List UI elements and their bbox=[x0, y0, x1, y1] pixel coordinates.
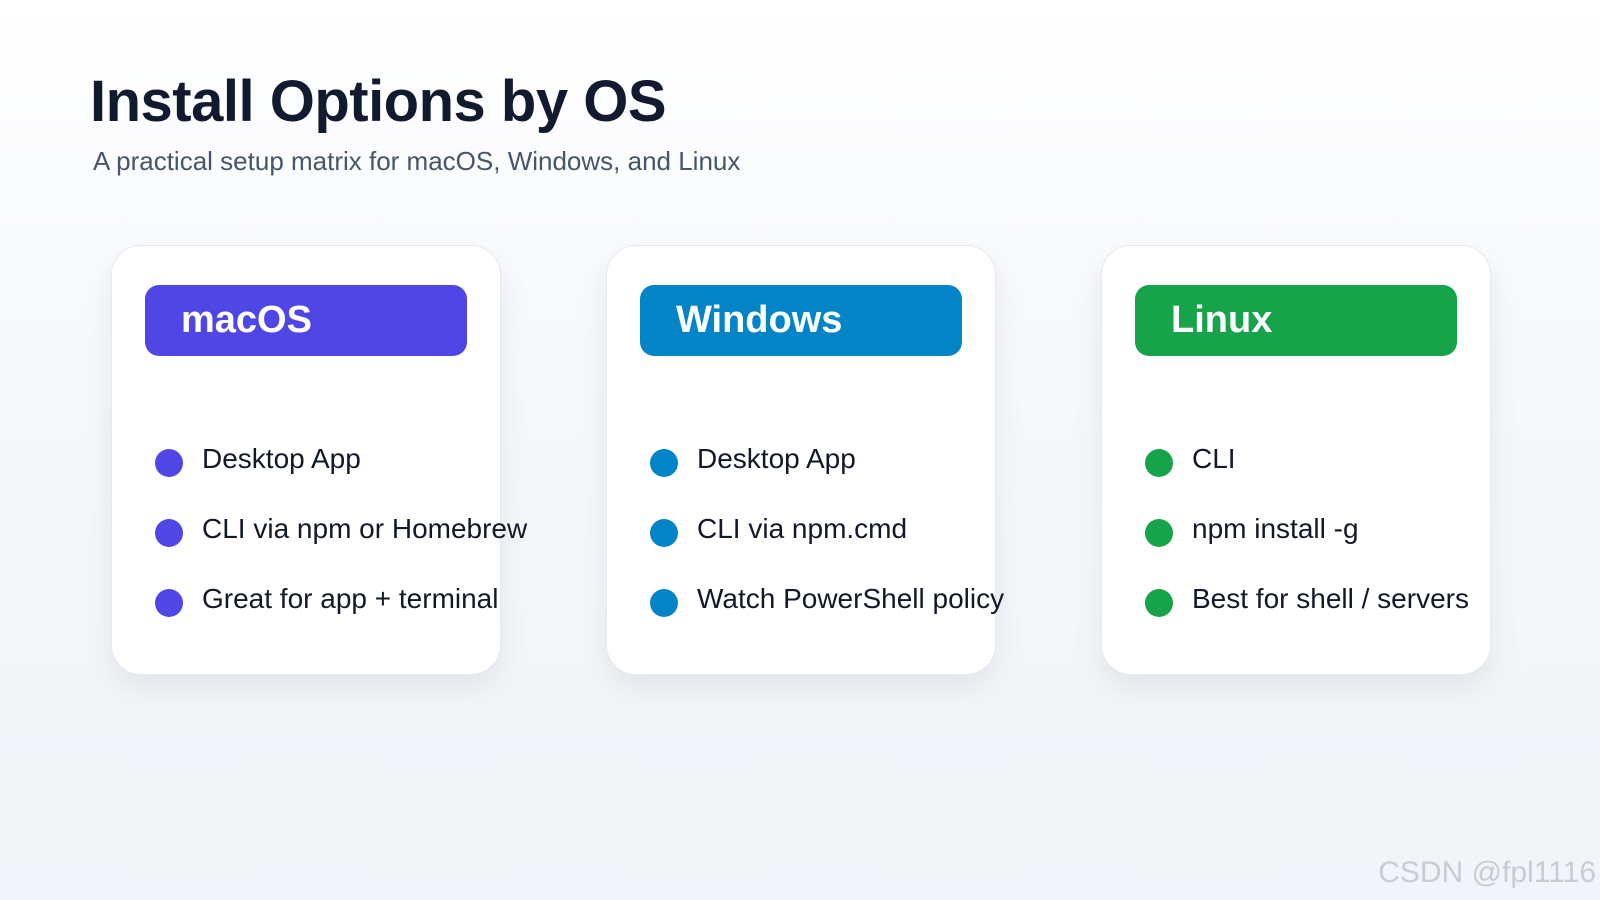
list-item: CLI via npm or Homebrew bbox=[155, 494, 527, 564]
os-header-linux: Linux bbox=[1135, 285, 1457, 356]
bullet-dot-icon bbox=[1145, 589, 1173, 617]
feature-list: Desktop App CLI via npm or Homebrew Grea… bbox=[155, 424, 527, 634]
list-item: CLI via npm.cmd bbox=[650, 494, 1004, 564]
page-title: Install Options by OS bbox=[90, 69, 667, 134]
bullet-dot-icon bbox=[155, 589, 183, 617]
list-item: Watch PowerShell policy bbox=[650, 564, 1004, 634]
list-item-label: Watch PowerShell policy bbox=[697, 583, 1005, 614]
os-card-linux: Linux CLI npm install -g Best for shell … bbox=[1101, 245, 1491, 675]
list-item-label: CLI via npm.cmd bbox=[697, 513, 908, 544]
list-item-label: npm install -g bbox=[1192, 513, 1359, 544]
list-item: CLI bbox=[1145, 424, 1469, 494]
list-item: Desktop App bbox=[155, 424, 527, 494]
bullet-dot-icon bbox=[1145, 449, 1173, 477]
bullet-dot-icon bbox=[155, 449, 183, 477]
list-item-label: Desktop App bbox=[697, 443, 856, 474]
list-item-label: Desktop App bbox=[202, 443, 361, 474]
bullet-dot-icon bbox=[650, 449, 678, 477]
page-subtitle: A practical setup matrix for macOS, Wind… bbox=[93, 146, 741, 176]
bullet-dot-icon bbox=[650, 519, 678, 547]
os-label-macos: macOS bbox=[181, 299, 312, 341]
list-item-label: Great for app + terminal bbox=[202, 583, 499, 614]
list-item: Great for app + terminal bbox=[155, 564, 527, 634]
list-item-label: CLI bbox=[1192, 443, 1236, 474]
os-header-macos: macOS bbox=[145, 285, 467, 356]
bullet-dot-icon bbox=[155, 519, 183, 547]
os-card-macos: macOS Desktop App CLI via npm or Homebre… bbox=[111, 245, 527, 675]
os-label-linux: Linux bbox=[1171, 299, 1273, 341]
os-label-windows: Windows bbox=[676, 299, 843, 341]
bullet-dot-icon bbox=[1145, 519, 1173, 547]
feature-list: CLI npm install -g Best for shell / serv… bbox=[1145, 424, 1469, 634]
list-item: npm install -g bbox=[1145, 494, 1469, 564]
bullet-dot-icon bbox=[650, 589, 678, 617]
list-item-label: Best for shell / servers bbox=[1192, 583, 1469, 614]
list-item: Best for shell / servers bbox=[1145, 564, 1469, 634]
list-item-label: CLI via npm or Homebrew bbox=[202, 513, 528, 544]
watermark: CSDN @fpl1116 bbox=[1378, 856, 1596, 889]
list-item: Desktop App bbox=[650, 424, 1004, 494]
os-header-windows: Windows bbox=[640, 285, 962, 356]
os-card-windows: Windows Desktop App CLI via npm.cmd Watc… bbox=[606, 245, 1004, 675]
feature-list: Desktop App CLI via npm.cmd Watch PowerS… bbox=[650, 424, 1004, 634]
